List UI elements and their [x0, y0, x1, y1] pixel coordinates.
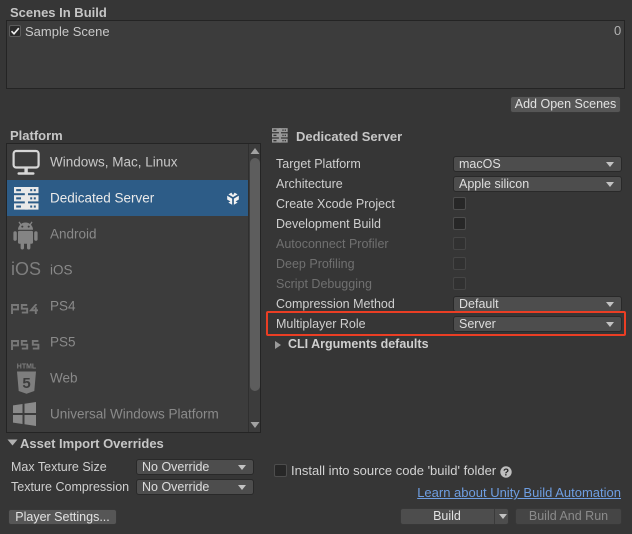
svg-text:?: ?	[503, 467, 509, 478]
svg-text:HTML: HTML	[17, 364, 37, 371]
svg-text:5: 5	[22, 375, 30, 392]
